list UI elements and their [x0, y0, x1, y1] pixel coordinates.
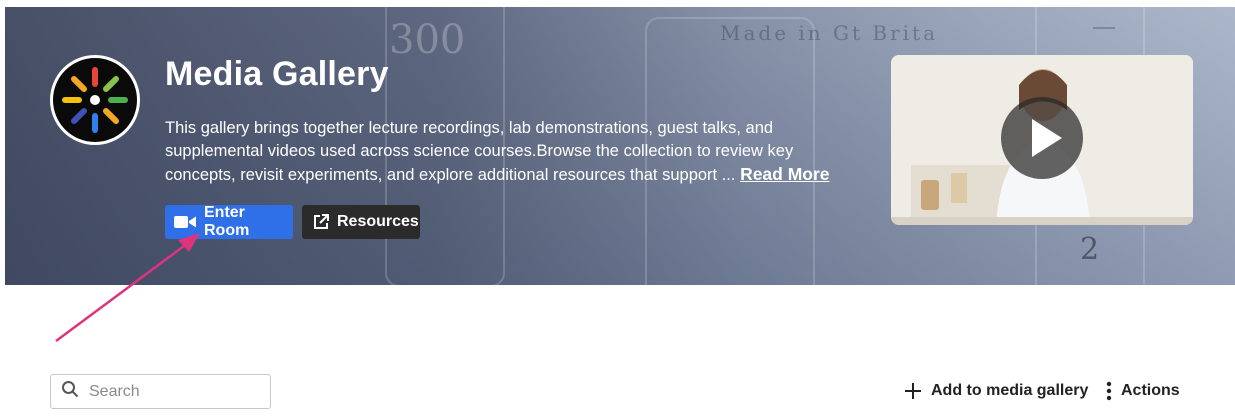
description-text: This gallery brings together lecture rec…: [165, 119, 794, 184]
page-title: Media Gallery: [165, 55, 389, 93]
background-text: 300: [389, 17, 466, 63]
background-text: Made in Gt Brita: [720, 21, 939, 45]
video-camera-icon: [173, 214, 197, 230]
search-box[interactable]: [50, 374, 271, 409]
play-icon: [1032, 119, 1062, 157]
background-text: 2: [1080, 232, 1100, 267]
add-to-media-gallery-button[interactable]: Add to media gallery: [904, 380, 1088, 402]
enter-room-label: Enter Room: [204, 204, 250, 239]
play-button[interactable]: [1001, 97, 1083, 179]
external-link-icon: [312, 213, 330, 231]
featured-video-thumbnail[interactable]: [891, 55, 1193, 225]
actions-menu-button[interactable]: Actions: [1106, 380, 1180, 402]
kebab-menu-icon: [1106, 381, 1112, 401]
gallery-logo: [50, 55, 140, 145]
resources-label: Resources: [337, 213, 419, 230]
read-more-link[interactable]: Read More: [740, 164, 829, 184]
plus-icon: [904, 382, 922, 400]
add-to-media-gallery-label: Add to media gallery: [931, 382, 1089, 399]
search-icon: [61, 380, 79, 403]
gallery-description: This gallery brings together lecture rec…: [165, 117, 865, 187]
enter-room-button[interactable]: Enter Room: [165, 204, 293, 239]
starburst-logo-icon: [62, 67, 128, 133]
background-tick: [1093, 27, 1115, 29]
search-input[interactable]: [87, 381, 257, 402]
resources-button[interactable]: Resources: [302, 205, 420, 239]
gallery-header-banner: 300 Made in Gt Brita 2 Media Gallery Thi…: [5, 7, 1235, 285]
actions-label: Actions: [1121, 382, 1180, 399]
